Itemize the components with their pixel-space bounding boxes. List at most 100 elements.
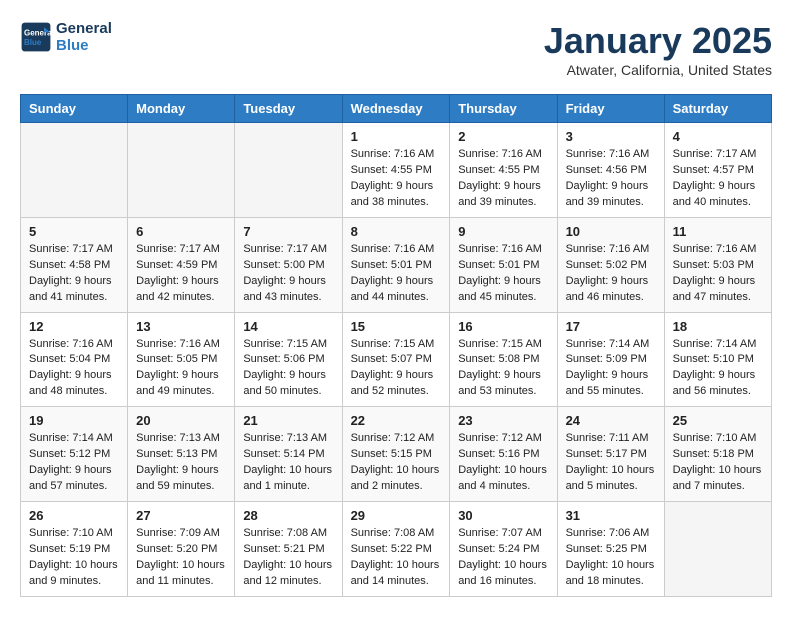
weekday-header-thursday: Thursday — [450, 95, 557, 123]
day-cell: 16 Sunrise: 7:15 AM Sunset: 5:08 PM Dayli… — [450, 312, 557, 407]
day-number: 16 — [458, 319, 548, 334]
day-info: Sunrise: 7:16 AM Sunset: 5:02 PM Dayligh… — [566, 242, 656, 306]
day-cell: 8Sunrise: 7:16 AM Sunset: 5:01 PM Daylig… — [342, 217, 450, 312]
week-row-1: 1Sunrise: 7:16 AM Sunset: 4:55 PM Daylig… — [21, 123, 772, 218]
logo-icon: General Blue — [20, 21, 52, 53]
day-info: Sunrise: 7:17 AM Sunset: 4:57 PM Dayligh… — [673, 147, 763, 211]
day-cell: 30 Sunrise: 7:07 AM Sunset: 5:24 PM Dayli… — [450, 502, 557, 597]
day-info: Sunrise: 7:14 AM Sunset: 5:09 PM Dayligh… — [566, 337, 656, 401]
day-info: Sunrise: 7:16 AM Sunset: 5:03 PM Dayligh… — [673, 242, 763, 306]
day-number: 9 — [458, 224, 548, 239]
day-number: 14 — [243, 319, 333, 334]
day-cell: 4 Sunrise: 7:17 AM Sunset: 4:57 PM Daylig… — [664, 123, 771, 218]
day-cell: 12Sunrise: 7:16 AM Sunset: 5:04 PM Dayli… — [21, 312, 128, 407]
day-number: 29 — [351, 508, 442, 523]
day-info: Sunrise: 7:15 AM Sunset: 5:07 PM Dayligh… — [351, 337, 442, 401]
day-cell — [235, 123, 342, 218]
day-number: 27 — [136, 508, 226, 523]
day-info: Sunrise: 7:17 AM Sunset: 4:58 PM Dayligh… — [29, 242, 119, 306]
weekday-header-tuesday: Tuesday — [235, 95, 342, 123]
day-number: 23 — [458, 413, 548, 428]
day-number: 30 — [458, 508, 548, 523]
day-cell: 2 Sunrise: 7:16 AM Sunset: 4:55 PM Daylig… — [450, 123, 557, 218]
day-number: 25 — [673, 413, 763, 428]
week-row-2: 5 Sunrise: 7:17 AM Sunset: 4:58 PM Daylig… — [21, 217, 772, 312]
day-cell: 3 Sunrise: 7:16 AM Sunset: 4:56 PM Daylig… — [557, 123, 664, 218]
day-info: Sunrise: 7:14 AM Sunset: 5:12 PM Dayligh… — [29, 431, 119, 495]
svg-text:General: General — [24, 28, 52, 37]
day-number: 6 — [136, 224, 226, 239]
day-info: Sunrise: 7:07 AM Sunset: 5:24 PM Dayligh… — [458, 526, 548, 590]
day-number: 12 — [29, 319, 119, 334]
day-number: 11 — [673, 224, 763, 239]
day-cell: 1Sunrise: 7:16 AM Sunset: 4:55 PM Daylig… — [342, 123, 450, 218]
day-info: Sunrise: 7:16 AM Sunset: 5:01 PM Dayligh… — [458, 242, 548, 306]
day-cell: 9 Sunrise: 7:16 AM Sunset: 5:01 PM Daylig… — [450, 217, 557, 312]
day-info: Sunrise: 7:16 AM Sunset: 4:55 PM Dayligh… — [458, 147, 548, 211]
day-info: Sunrise: 7:13 AM Sunset: 5:14 PM Dayligh… — [243, 431, 333, 495]
day-cell: 27Sunrise: 7:09 AM Sunset: 5:20 PM Dayli… — [128, 502, 235, 597]
day-number: 8 — [351, 224, 442, 239]
day-number: 21 — [243, 413, 333, 428]
day-info: Sunrise: 7:13 AM Sunset: 5:13 PM Dayligh… — [136, 431, 226, 495]
day-info: Sunrise: 7:17 AM Sunset: 5:00 PM Dayligh… — [243, 242, 333, 306]
day-info: Sunrise: 7:16 AM Sunset: 5:05 PM Dayligh… — [136, 337, 226, 401]
day-info: Sunrise: 7:15 AM Sunset: 5:08 PM Dayligh… — [458, 337, 548, 401]
day-cell — [128, 123, 235, 218]
svg-text:Blue: Blue — [24, 38, 42, 47]
day-cell: 21 Sunrise: 7:13 AM Sunset: 5:14 PM Dayli… — [235, 407, 342, 502]
day-number: 18 — [673, 319, 763, 334]
logo-blue: Blue — [56, 37, 112, 54]
day-number: 17 — [566, 319, 656, 334]
day-info: Sunrise: 7:16 AM Sunset: 4:55 PM Dayligh… — [351, 147, 442, 211]
day-info: Sunrise: 7:15 AM Sunset: 5:06 PM Dayligh… — [243, 337, 333, 401]
day-number: 20 — [136, 413, 226, 428]
month-title: January 2025 — [544, 20, 772, 62]
day-cell: 6 Sunrise: 7:17 AM Sunset: 4:59 PM Daylig… — [128, 217, 235, 312]
day-cell: 28Sunrise: 7:08 AM Sunset: 5:21 PM Dayli… — [235, 502, 342, 597]
week-row-4: 19 Sunrise: 7:14 AM Sunset: 5:12 PM Dayli… — [21, 407, 772, 502]
weekday-header-monday: Monday — [128, 95, 235, 123]
day-cell: 26Sunrise: 7:10 AM Sunset: 5:19 PM Dayli… — [21, 502, 128, 597]
day-cell: 5 Sunrise: 7:17 AM Sunset: 4:58 PM Daylig… — [21, 217, 128, 312]
day-cell: 10 Sunrise: 7:16 AM Sunset: 5:02 PM Dayli… — [557, 217, 664, 312]
day-cell: 29 Sunrise: 7:08 AM Sunset: 5:22 PM Dayli… — [342, 502, 450, 597]
day-number: 22 — [351, 413, 442, 428]
day-info: Sunrise: 7:12 AM Sunset: 5:16 PM Dayligh… — [458, 431, 548, 495]
day-cell: 24Sunrise: 7:11 AM Sunset: 5:17 PM Dayli… — [557, 407, 664, 502]
day-cell: 13Sunrise: 7:16 AM Sunset: 5:05 PM Dayli… — [128, 312, 235, 407]
day-number: 15 — [351, 319, 442, 334]
day-info: Sunrise: 7:08 AM Sunset: 5:22 PM Dayligh… — [351, 526, 442, 590]
day-number: 5 — [29, 224, 119, 239]
day-cell: 22 Sunrise: 7:12 AM Sunset: 5:15 PM Dayli… — [342, 407, 450, 502]
day-cell: 19 Sunrise: 7:14 AM Sunset: 5:12 PM Dayli… — [21, 407, 128, 502]
calendar-table: SundayMondayTuesdayWednesdayThursdayFrid… — [20, 94, 772, 597]
day-cell: 25 Sunrise: 7:10 AM Sunset: 5:18 PM Dayli… — [664, 407, 771, 502]
location-label: Atwater, California, United States — [544, 62, 772, 78]
day-cell: 23 Sunrise: 7:12 AM Sunset: 5:16 PM Dayli… — [450, 407, 557, 502]
logo: General Blue General Blue — [20, 20, 112, 54]
day-number: 10 — [566, 224, 656, 239]
title-block: January 2025 Atwater, California, United… — [544, 20, 772, 78]
day-number: 4 — [673, 129, 763, 144]
week-row-3: 12Sunrise: 7:16 AM Sunset: 5:04 PM Dayli… — [21, 312, 772, 407]
day-number: 19 — [29, 413, 119, 428]
day-number: 31 — [566, 508, 656, 523]
day-info: Sunrise: 7:14 AM Sunset: 5:10 PM Dayligh… — [673, 337, 763, 401]
day-cell: 11 Sunrise: 7:16 AM Sunset: 5:03 PM Dayli… — [664, 217, 771, 312]
weekday-header-row: SundayMondayTuesdayWednesdayThursdayFrid… — [21, 95, 772, 123]
day-number: 28 — [243, 508, 333, 523]
day-info: Sunrise: 7:17 AM Sunset: 4:59 PM Dayligh… — [136, 242, 226, 306]
day-info: Sunrise: 7:12 AM Sunset: 5:15 PM Dayligh… — [351, 431, 442, 495]
day-cell: 18 Sunrise: 7:14 AM Sunset: 5:10 PM Dayli… — [664, 312, 771, 407]
logo-general: General — [56, 20, 112, 37]
day-number: 3 — [566, 129, 656, 144]
day-number: 2 — [458, 129, 548, 144]
weekday-header-friday: Friday — [557, 95, 664, 123]
day-cell: 14 Sunrise: 7:15 AM Sunset: 5:06 PM Dayli… — [235, 312, 342, 407]
day-info: Sunrise: 7:16 AM Sunset: 4:56 PM Dayligh… — [566, 147, 656, 211]
day-cell — [664, 502, 771, 597]
day-cell: 20 Sunrise: 7:13 AM Sunset: 5:13 PM Dayli… — [128, 407, 235, 502]
week-row-5: 26Sunrise: 7:10 AM Sunset: 5:19 PM Dayli… — [21, 502, 772, 597]
day-info: Sunrise: 7:10 AM Sunset: 5:18 PM Dayligh… — [673, 431, 763, 495]
